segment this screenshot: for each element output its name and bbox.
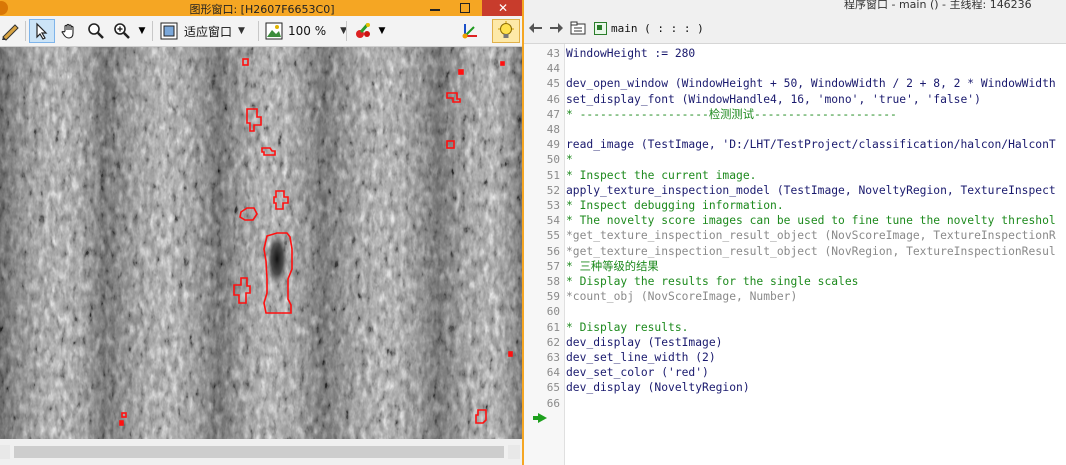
image-canvas[interactable]	[0, 47, 522, 439]
line-number: 51	[546, 168, 560, 182]
code-line[interactable]: apply_texture_inspection_model (TestImag…	[566, 183, 1056, 198]
line-number: 49	[546, 138, 560, 152]
line-number: 66	[546, 396, 560, 410]
fit-window-label: 适应窗口	[184, 24, 233, 39]
line-number: 63	[546, 351, 560, 364]
zoom-in-icon[interactable]	[110, 19, 134, 43]
code-line[interactable]: dev_open_window (WindowHeight + 50, Wind…	[566, 76, 1056, 91]
code-line[interactable]: read_image (TestImage, 'D:/LHT/TestProje…	[566, 137, 1056, 152]
procedure-list-icon[interactable]	[570, 20, 586, 36]
coordinate-axes-icon[interactable]	[458, 19, 482, 43]
line-number: 45	[546, 77, 560, 91]
code-line[interactable]: * Display the results for the single sca…	[566, 274, 858, 289]
line-number: 52	[546, 183, 560, 197]
line-number: 62	[546, 335, 560, 349]
code-line[interactable]: dev_set_color ('red')	[566, 365, 709, 380]
scroll-right-arrow-icon[interactable]	[508, 445, 520, 459]
horizontal-scrollbar[interactable]	[0, 439, 524, 465]
pan-hand-icon[interactable]	[57, 19, 81, 43]
code-line[interactable]: * The novelty score images can be used t…	[566, 213, 1056, 228]
fit-window-icon[interactable]	[158, 19, 180, 43]
back-arrow-icon[interactable]	[528, 20, 544, 36]
code-editor[interactable]: 43 44 45 46 47 48 49 50 51 52 53 54 55 56 57 58 59 60 61 62…	[524, 44, 1066, 465]
toolbar-separator	[152, 21, 153, 41]
code-line[interactable]: *	[566, 152, 573, 167]
line-number-gutter: 43 44 45 46 47 48 49 50 51 52 53 54 55 56 57 58 59 60 61 62…	[524, 44, 565, 465]
line-number: 48	[546, 123, 560, 136]
zoom-image-icon[interactable]	[263, 19, 285, 43]
line-number: 53	[546, 199, 560, 212]
graphics-window: 图形窗口: [H2607F6653C0] ✕ ▼ 适应窗口 ▼ 100 % ▼ …	[0, 0, 524, 465]
pointer-icon[interactable]	[29, 19, 55, 43]
close-button[interactable]: ✕	[482, 0, 524, 16]
forward-arrow-icon[interactable]	[548, 20, 564, 36]
color-palette-icon[interactable]	[351, 19, 375, 43]
program-toolbar: main ( : : : )	[524, 12, 1066, 44]
zoom-combo[interactable]: 100 % ▼	[288, 20, 347, 42]
line-number: 64	[546, 366, 560, 380]
line-number: 55	[546, 229, 560, 243]
toolbar-separator	[258, 21, 259, 41]
procedure-selector-label: main ( : : : )	[611, 21, 704, 35]
minimize-button[interactable]	[420, 0, 450, 16]
code-line[interactable]: * Inspect the current image.	[566, 168, 756, 183]
line-number: 59	[546, 290, 560, 304]
procedure-icon	[594, 21, 607, 35]
fit-window-combo[interactable]: 适应窗口 ▼	[184, 20, 245, 42]
line-number: 60	[546, 305, 560, 319]
graphics-window-title-bar: 图形窗口: [H2607F6653C0] ✕	[0, 0, 524, 16]
lightbulb-icon[interactable]	[492, 19, 520, 43]
code-line[interactable]: dev_set_line_width (2)	[566, 350, 716, 365]
program-window: 程序窗口 - main () - 主线程: 146236 main ( : : …	[524, 0, 1066, 465]
line-number: 65	[546, 381, 560, 395]
line-number: 50	[546, 153, 560, 167]
scrollbar-thumb[interactable]	[14, 446, 504, 458]
line-number: 57	[546, 259, 560, 273]
draw-pen-icon[interactable]	[0, 19, 22, 43]
code-line[interactable]: *get_texture_inspection_result_object (N…	[566, 244, 1056, 259]
program-window-title: 程序窗口 - main () - 主线程: 146236	[844, 0, 1032, 11]
inspection-image	[0, 47, 522, 439]
line-number: 58	[546, 275, 560, 288]
line-number: 44	[546, 62, 560, 76]
chevron-down-icon: ▼	[238, 26, 245, 36]
line-number: 61	[546, 320, 560, 334]
scroll-left-arrow-icon[interactable]	[0, 445, 10, 459]
code-line[interactable]: *count_obj (NovScoreImage, Number)	[566, 289, 797, 304]
line-number: 46	[546, 92, 560, 106]
code-line[interactable]: * Display results.	[566, 320, 688, 335]
code-line[interactable]: dev_display (TestImage)	[566, 335, 722, 350]
maximize-button[interactable]	[450, 0, 480, 16]
graphics-toolbar: ▼ 适应窗口 ▼ 100 % ▼ ▼	[0, 16, 524, 47]
code-line[interactable]: * 三种等级的结果	[566, 259, 659, 274]
toolbar-separator	[346, 21, 347, 41]
code-line[interactable]: *get_texture_inspection_result_object (N…	[566, 228, 1056, 243]
zoom-value: 100 %	[288, 24, 327, 38]
program-counter-arrow-icon	[533, 413, 547, 423]
color-dropdown-arrow-icon[interactable]: ▼	[377, 19, 387, 43]
toolbar-separator	[25, 21, 26, 41]
magnifier-icon[interactable]	[84, 19, 108, 43]
line-number: 56	[546, 244, 560, 258]
line-number: 47	[546, 107, 560, 121]
line-number: 54	[546, 214, 560, 228]
code-line[interactable]: WindowHeight := 280	[566, 46, 695, 61]
procedure-selector[interactable]: main ( : : : )	[594, 18, 704, 38]
program-window-title-bar: 程序窗口 - main () - 主线程: 146236	[524, 0, 1066, 12]
code-line[interactable]: set_display_font (WindowHandle4, 16, 'mo…	[566, 92, 981, 107]
line-number: 43	[546, 47, 560, 60]
zoom-dropdown-arrow-icon[interactable]: ▼	[136, 19, 148, 43]
code-line[interactable]: * -------------------检测测试---------------…	[566, 107, 897, 122]
code-line[interactable]: dev_display (NoveltyRegion)	[566, 380, 750, 395]
code-line[interactable]: * Inspect debugging information.	[566, 198, 784, 213]
